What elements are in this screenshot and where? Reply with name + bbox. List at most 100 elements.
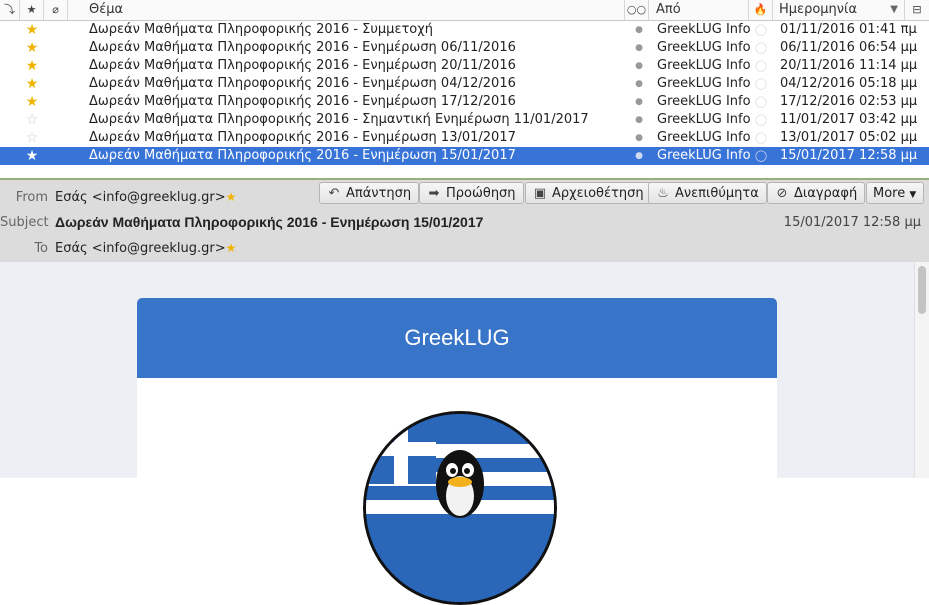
junk-button-label: Ανεπιθύμητα bbox=[675, 186, 759, 201]
greeklug-logo bbox=[363, 411, 557, 605]
message-header-pane: From Εσάς <info@greeklug.gr>★ ↶ Απάντηση … bbox=[0, 178, 929, 264]
to-label: To bbox=[34, 241, 48, 256]
message-date: 04/12/2016 05:18 μμ bbox=[780, 76, 918, 91]
message-sender: GreekLUG Info bbox=[657, 22, 751, 37]
junk-button[interactable]: ♨ Ανεπιθύμητα bbox=[648, 182, 767, 204]
from-value[interactable]: Εσάς <info@greeklug.gr>★ bbox=[55, 190, 236, 205]
more-button[interactable]: More ▼ bbox=[866, 182, 925, 204]
star-icon: ★ bbox=[26, 3, 37, 16]
star-toggle-icon[interactable]: ★ bbox=[24, 21, 40, 39]
read-status-icon[interactable]: ● bbox=[631, 93, 647, 111]
delete-button[interactable]: ⊘ Διαγραφή bbox=[767, 182, 866, 204]
column-picker[interactable]: ⊟ bbox=[905, 0, 929, 20]
read-status-icon[interactable]: ● bbox=[631, 111, 647, 129]
delete-button-label: Διαγραφή bbox=[794, 186, 858, 201]
reply-button-label: Απάντηση bbox=[346, 186, 412, 201]
forward-icon: ➡ bbox=[428, 186, 440, 201]
junk-icon[interactable]: ◯ bbox=[754, 147, 768, 165]
junk-icon[interactable]: ◯ bbox=[754, 129, 768, 147]
column-date[interactable]: Ημερομηνία ▼ bbox=[773, 0, 905, 20]
to-address[interactable]: Εσάς <info@greeklug.gr> bbox=[55, 241, 226, 256]
message-list[interactable]: ⤵ ★ ⌀ Θέμα ○○ Από 🔥 Ημερομηνία ▼ ⊟ ★ Δωρε… bbox=[0, 0, 929, 165]
subject-label: Subject bbox=[0, 215, 49, 230]
message-row[interactable]: ★ Δωρεάν Μαθήματα Πληροφορικής 2016 - Συμ… bbox=[0, 21, 929, 39]
archive-icon: ▣ bbox=[533, 186, 547, 201]
message-row[interactable]: ★ Δωρεάν Μαθήματα Πληροφορικής 2016 - Ενη… bbox=[0, 93, 929, 111]
chevron-down-icon: ▼ bbox=[909, 190, 917, 200]
column-from[interactable]: Από bbox=[649, 0, 749, 20]
read-status-icon[interactable]: ● bbox=[631, 147, 647, 165]
column-junk[interactable]: 🔥 bbox=[749, 0, 773, 20]
from-address[interactable]: Εσάς <info@greeklug.gr> bbox=[55, 190, 226, 205]
read-status-icon[interactable]: ● bbox=[631, 21, 647, 39]
column-from-label: Από bbox=[656, 2, 681, 17]
message-row[interactable]: ★ Δωρεάν Μαθήματα Πληροφορικής 2016 - Ενη… bbox=[0, 147, 929, 165]
column-subject[interactable]: Θέμα bbox=[68, 0, 625, 20]
star-toggle-icon[interactable]: ☆ bbox=[24, 129, 40, 147]
junk-icon[interactable]: ◯ bbox=[754, 39, 768, 57]
message-date: 11/01/2017 03:42 μμ bbox=[780, 112, 918, 127]
message-date: 13/01/2017 05:02 μμ bbox=[780, 130, 918, 145]
message-subject: Δωρεάν Μαθήματα Πληροφορικής 2016 - Ενημ… bbox=[89, 148, 516, 163]
message-date: 01/11/2016 01:41 πμ bbox=[780, 22, 917, 37]
junk-icon[interactable]: ◯ bbox=[754, 75, 768, 93]
message-row[interactable]: ★ Δωρεάν Μαθήματα Πληροφορικής 2016 - Ενη… bbox=[0, 39, 929, 57]
message-date: 20/11/2016 11:14 μμ bbox=[780, 58, 918, 73]
message-sender: GreekLUG Info bbox=[657, 130, 751, 145]
star-toggle-icon[interactable]: ☆ bbox=[24, 111, 40, 129]
read-status-icon[interactable]: ● bbox=[631, 75, 647, 93]
message-row[interactable]: ☆ Δωρεάν Μαθήματα Πληροφορικής 2016 - Σημ… bbox=[0, 111, 929, 129]
greek-flag-penguin-image bbox=[366, 414, 554, 602]
junk-icon[interactable]: ◯ bbox=[754, 21, 768, 39]
from-label: From bbox=[15, 190, 48, 205]
forward-button-label: Προώθηση bbox=[446, 186, 516, 201]
message-date: 15/01/2017 12:58 μμ bbox=[780, 148, 918, 163]
paperclip-icon: ⌀ bbox=[52, 3, 59, 16]
contact-star-icon[interactable]: ★ bbox=[226, 241, 237, 255]
reply-icon: ↶ bbox=[328, 186, 340, 201]
junk-icon[interactable]: ◯ bbox=[754, 93, 768, 111]
junk-icon[interactable]: ◯ bbox=[754, 57, 768, 75]
star-toggle-icon[interactable]: ★ bbox=[24, 57, 40, 75]
body-scrollbar[interactable] bbox=[914, 262, 929, 478]
message-sender: GreekLUG Info bbox=[657, 40, 751, 55]
column-thread[interactable]: ⤵ bbox=[0, 0, 20, 20]
read-status-icon[interactable]: ● bbox=[631, 39, 647, 57]
message-body[interactable]: GreekLUG bbox=[0, 262, 929, 605]
column-picker-icon: ⊟ bbox=[912, 3, 922, 16]
junk-icon[interactable]: ◯ bbox=[754, 111, 768, 129]
star-toggle-icon[interactable]: ★ bbox=[24, 75, 40, 93]
column-read[interactable]: ○○ bbox=[625, 0, 649, 20]
star-toggle-icon[interactable]: ★ bbox=[24, 39, 40, 57]
email-banner-title: GreekLUG bbox=[404, 325, 510, 350]
star-toggle-icon[interactable]: ★ bbox=[24, 147, 40, 165]
column-attachment[interactable]: ⌀ bbox=[44, 0, 68, 20]
contact-star-icon[interactable]: ★ bbox=[226, 190, 237, 204]
junk-icon: 🔥 bbox=[753, 3, 768, 16]
star-toggle-icon[interactable]: ★ bbox=[24, 93, 40, 111]
read-status-icon[interactable]: ● bbox=[631, 129, 647, 147]
message-row[interactable]: ★ Δωρεάν Μαθήματα Πληροφορικής 2016 - Ενη… bbox=[0, 75, 929, 93]
message-row[interactable]: ☆ Δωρεάν Μαθήματα Πληροφορικής 2016 - Ενη… bbox=[0, 129, 929, 147]
scrollbar-thumb[interactable] bbox=[918, 266, 926, 314]
read-status-icon[interactable]: ● bbox=[631, 57, 647, 75]
message-subject: Δωρεάν Μαθήματα Πληροφορικής 2016 - Ενημ… bbox=[89, 94, 516, 109]
column-subject-label: Θέμα bbox=[89, 2, 124, 17]
message-subject: Δωρεάν Μαθήματα Πληροφορικής 2016 - Σημα… bbox=[89, 112, 589, 127]
to-value[interactable]: Εσάς <info@greeklug.gr>★ bbox=[55, 241, 236, 256]
junk-flame-icon: ♨ bbox=[657, 186, 669, 201]
column-date-label: Ημερομηνία bbox=[779, 2, 858, 17]
reply-button[interactable]: ↶ Απάντηση bbox=[319, 182, 420, 204]
more-button-label: More bbox=[873, 186, 906, 201]
message-sender: GreekLUG Info bbox=[657, 148, 751, 163]
archive-button[interactable]: ▣ Αρχειοθέτηση bbox=[525, 182, 652, 204]
email-banner: GreekLUG bbox=[137, 298, 777, 378]
forward-button[interactable]: ➡ Προώθηση bbox=[419, 182, 524, 204]
read-status-icon: ○○ bbox=[626, 3, 647, 16]
message-row[interactable]: ★ Δωρεάν Μαθήματα Πληροφορικής 2016 - Ενη… bbox=[0, 57, 929, 75]
message-sender: GreekLUG Info bbox=[657, 94, 751, 109]
thread-icon: ⤵ bbox=[4, 3, 15, 16]
message-date: 15/01/2017 12:58 μμ bbox=[783, 215, 921, 230]
column-star[interactable]: ★ bbox=[20, 0, 44, 20]
message-date: 17/12/2016 02:53 μμ bbox=[780, 94, 918, 109]
